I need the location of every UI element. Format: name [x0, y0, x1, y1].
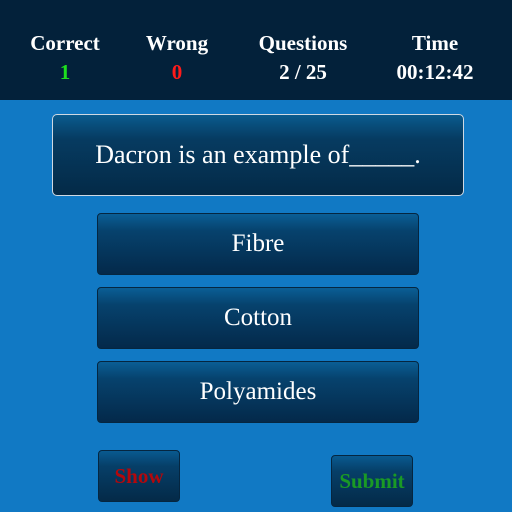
- answer-option-label: Cotton: [223, 304, 293, 331]
- stat-correct: Correct 1: [20, 30, 110, 85]
- answer-option-label: Fibre: [231, 230, 285, 257]
- show-button[interactable]: Show: [98, 450, 180, 502]
- stat-wrong-value: 0: [171, 60, 183, 84]
- stat-wrong-label: Wrong: [145, 31, 209, 55]
- answer-option-cotton[interactable]: Cotton: [97, 287, 419, 349]
- answer-option-fibre[interactable]: Fibre: [97, 213, 419, 275]
- answer-option-polyamides[interactable]: Polyamides: [97, 361, 419, 423]
- show-button-label: Show: [114, 463, 164, 488]
- stat-time-label: Time: [411, 31, 459, 55]
- question-text: Dacron is an example of_____.: [95, 140, 421, 169]
- stat-time-value: 00:12:42: [396, 60, 474, 84]
- stat-time: Time 00:12:42: [380, 30, 490, 85]
- stat-questions-value: 2 / 25: [279, 60, 327, 84]
- stat-correct-label: Correct: [30, 31, 100, 55]
- stat-questions: Questions 2 / 25: [243, 30, 363, 85]
- submit-button[interactable]: Submit: [331, 455, 413, 507]
- stat-correct-value: 1: [59, 60, 71, 84]
- score-header: Correct 1 Wrong 0 Questions 2 / 25 Time …: [0, 0, 512, 100]
- question-box: Dacron is an example of_____.: [52, 114, 464, 196]
- submit-button-label: Submit: [339, 468, 405, 493]
- stat-questions-label: Questions: [258, 31, 348, 55]
- answer-option-label: Polyamides: [199, 378, 317, 405]
- stat-wrong: Wrong 0: [132, 30, 222, 85]
